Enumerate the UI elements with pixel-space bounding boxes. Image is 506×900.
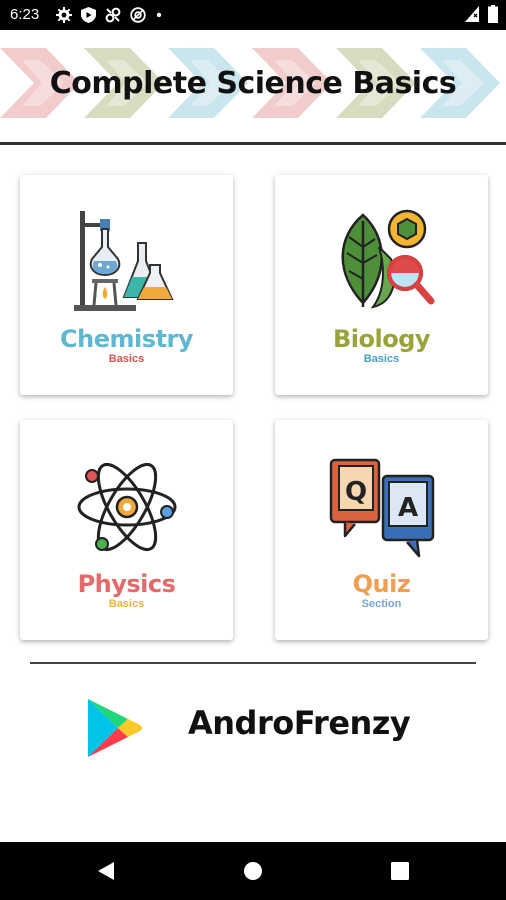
app-title: Complete Science Basics [49,65,457,101]
qa-books-icon: Q A [329,458,434,558]
quiz-card-title: Quiz [352,570,411,598]
biology-card-title: Biology [332,325,431,353]
chemistry-lab-icon [73,211,174,311]
footer-divider [30,662,476,664]
navigation-bar [0,842,506,900]
at-icon [130,7,146,23]
pinwheel-icon [105,7,121,23]
status-left-icons [56,6,163,24]
quiz-card-subtitle: Section [361,598,402,610]
home-button[interactable] [241,859,265,883]
header-banner: Complete Science Basics [0,40,506,126]
status-time: 6:23 [10,6,40,23]
biology-card-subtitle: Basics [363,353,400,365]
status-bar: 6:23 [0,0,506,30]
back-button[interactable] [94,859,118,883]
header-divider [0,142,506,145]
shield-play-icon [81,7,96,23]
dot-icon [156,12,162,18]
developer-name[interactable]: AndroFrenzy [188,704,411,742]
quiz-card[interactable]: Q A Quiz Section [275,420,488,640]
chemistry-card-subtitle: Basics [108,353,145,365]
physics-card-title: Physics [77,570,176,598]
gear-icon [56,7,72,23]
biology-card[interactable]: Biology Basics [275,175,488,395]
svg-text:Q: Q [344,477,366,507]
physics-card[interactable]: Physics Basics [20,420,233,640]
google-play-icon[interactable] [86,697,142,759]
atom-icon [77,462,176,552]
leaf-magnifier-icon [341,209,434,309]
chemistry-card-title: Chemistry [60,325,193,353]
recents-button[interactable] [388,859,412,883]
chemistry-card[interactable]: Chemistry Basics [20,175,233,395]
status-right-icons [464,5,498,23]
signal-icon [465,6,479,22]
physics-card-subtitle: Basics [108,598,145,610]
svg-text:A: A [397,493,417,523]
battery-icon [488,5,498,23]
